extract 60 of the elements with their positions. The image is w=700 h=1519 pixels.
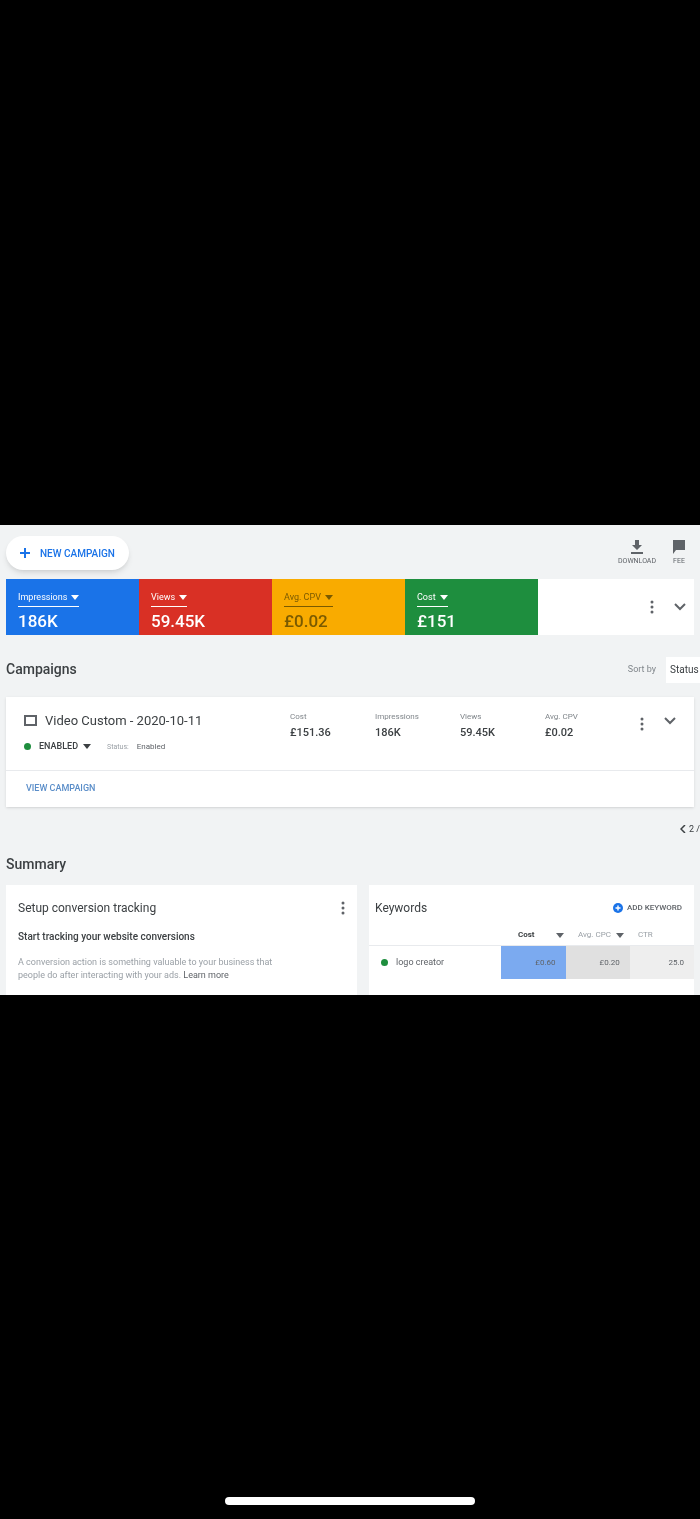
page-indicator: 2 /	[689, 822, 700, 836]
stat-value: 59.45K	[460, 724, 496, 741]
stat-label: Cost	[290, 710, 308, 723]
stat-value: £0.02	[545, 724, 575, 741]
table-cell: £0.20	[565, 946, 630, 979]
section-title: Campaigns	[6, 660, 77, 679]
caret-icon	[179, 595, 188, 601]
table-cell: 25.0	[629, 946, 694, 979]
section-title: Summary	[5, 855, 68, 874]
caret-icon	[324, 595, 333, 601]
metric-value: £0.02	[284, 612, 329, 630]
caret-icon	[616, 932, 624, 938]
card-title: Keywords	[375, 900, 428, 917]
keyword-text: logo creator	[396, 955, 445, 969]
download-icon[interactable]	[631, 539, 643, 554]
metric-tile[interactable]: Avg. CPV £0.02	[272, 579, 405, 635]
more-icon[interactable]	[650, 599, 654, 614]
more-icon[interactable]	[640, 716, 644, 731]
caret-icon	[439, 595, 448, 601]
metric-label[interactable]: Impressions	[18, 591, 80, 607]
chevron-down-icon[interactable]	[664, 716, 676, 725]
metric-label[interactable]: Views	[151, 591, 188, 607]
metric-tile[interactable]: Views 59.45K	[139, 579, 272, 635]
caret-icon	[556, 932, 564, 938]
metric-label[interactable]: Avg. CPV	[284, 591, 333, 607]
new-campaign-button[interactable]: NEW CAMPAIGN	[6, 536, 129, 571]
card-heading: Start tracking your website conversions	[18, 930, 196, 944]
add-keyword-button[interactable]: ADD KEYWORD	[612, 902, 682, 914]
sort-dropdown[interactable]: Status	[666, 656, 700, 683]
caret-icon	[71, 595, 80, 601]
status-value: Enabled	[136, 740, 166, 753]
learn-more-link[interactable]: Learn more	[183, 970, 229, 980]
metric-value: £151	[417, 612, 457, 630]
video-icon	[24, 714, 37, 726]
plus-icon	[20, 548, 30, 559]
caret-icon	[83, 744, 92, 750]
more-icon[interactable]	[341, 901, 345, 915]
sort-label: Sort by	[627, 662, 656, 676]
column-header[interactable]: Cost	[514, 929, 574, 941]
metric-value: 186K	[18, 612, 59, 630]
card-description: A conversion action is something valuable to your business that people do after interacting with your ads. Learn more	[18, 956, 274, 982]
campaign-name[interactable]: Video Custom - 2020-10-11	[45, 710, 203, 730]
stat-label: Views	[460, 710, 483, 723]
metric-label[interactable]: Cost	[417, 591, 448, 607]
card-title: Setup conversion tracking	[18, 900, 157, 917]
chevron-down-icon[interactable]	[674, 602, 686, 611]
plus-circle-icon	[612, 903, 623, 913]
stat-label: Impressions	[375, 710, 420, 723]
metric-tile[interactable]: Cost £151	[405, 579, 538, 635]
view-campaign-link[interactable]: VIEW CAMPAIGN	[26, 781, 96, 796]
metric-tile[interactable]: Impressions 186K	[6, 579, 139, 635]
metric-value: 59.45K	[151, 612, 207, 630]
table-cell: £0.60	[501, 946, 566, 979]
campaign-state-dropdown[interactable]: ENABLED	[39, 740, 92, 754]
stat-value: £151.36	[290, 724, 332, 741]
column-header[interactable]: Avg. CPC	[574, 929, 634, 941]
column-header[interactable]: CTR	[634, 929, 694, 941]
stat-value: 186K	[375, 724, 402, 741]
stat-label: Avg. CPV	[545, 710, 579, 723]
chevron-left-icon[interactable]	[680, 825, 686, 834]
